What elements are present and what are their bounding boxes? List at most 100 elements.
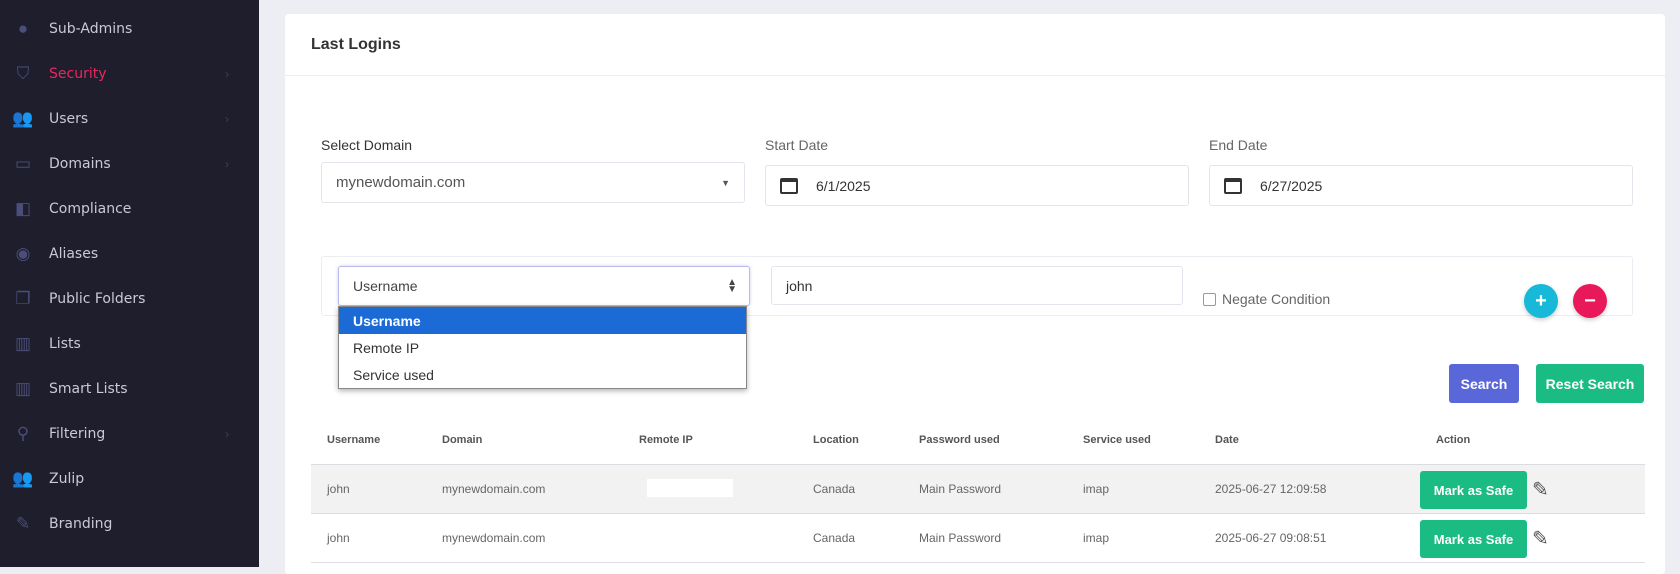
chevron-right-icon: › <box>225 427 229 441</box>
sidebar-item-label: Filtering <box>49 426 106 442</box>
filter-value: john <box>786 277 813 294</box>
column-header: Location <box>813 433 859 446</box>
mark-as-safe-button[interactable]: Mark as Safe <box>1420 520 1527 558</box>
filter-value-input[interactable]: john <box>771 266 1183 305</box>
chevron-right-icon: › <box>225 112 229 126</box>
redacted-ip <box>647 479 733 497</box>
cell-service: imap <box>1083 531 1110 545</box>
sidebar-item-zulip[interactable]: 👥 Zulip <box>0 459 259 499</box>
sidebar-item-smart-lists[interactable]: ▥ Smart Lists <box>0 369 259 409</box>
cell-domain: mynewdomain.com <box>442 482 546 496</box>
cell-password: Main Password <box>919 482 1002 496</box>
brush-icon: ✎ <box>15 514 31 533</box>
column-header: Date <box>1215 433 1239 446</box>
users-icon: 👥 <box>12 469 34 488</box>
sidebar-item-aliases[interactable]: ◉ Aliases <box>0 234 259 274</box>
sidebar-item-filtering[interactable]: ⚲ Filtering › <box>0 414 259 454</box>
option-service-used[interactable]: Service used <box>339 361 746 388</box>
aliases-icon: ◉ <box>15 244 31 263</box>
calendar-icon <box>1224 177 1242 194</box>
users-icon: 👥 <box>12 109 34 128</box>
divider <box>285 75 1665 76</box>
sidebar-item-label: Compliance <box>49 201 132 217</box>
sidebar-item-label: Smart Lists <box>49 381 128 397</box>
caret-down-icon: ▼ <box>721 177 730 188</box>
cell-date: 2025-06-27 12:09:58 <box>1215 482 1327 496</box>
sidebar-item-compliance[interactable]: ◧ Compliance <box>0 189 259 229</box>
table-header: Username Domain Remote IP Location Password … <box>311 415 1645 465</box>
sidebar-item-public-folders[interactable]: ❐ Public Folders <box>0 279 259 319</box>
mark-as-safe-button[interactable]: Mark as Safe <box>1420 471 1527 509</box>
pencil-icon[interactable]: ✎ <box>1532 526 1549 551</box>
domain-select[interactable]: mynewdomain.com ▼ <box>321 162 745 203</box>
sidebar-item-users[interactable]: 👥 Users › <box>0 99 259 139</box>
sidebar-item-label: Lists <box>49 336 81 352</box>
cell-service: imap <box>1083 482 1110 496</box>
chevron-right-icon: › <box>225 157 229 171</box>
table-row: john mynewdomain.com Canada Main Password im… <box>311 514 1645 563</box>
sidebar-item-label: Users <box>49 111 89 127</box>
domain-value: mynewdomain.com <box>336 174 466 191</box>
chevron-right-icon: › <box>225 67 229 81</box>
user-icon: ● <box>17 19 29 38</box>
page-title: Last Logins <box>311 36 401 53</box>
sidebar-item-label: Zulip <box>49 471 85 487</box>
sidebar-item-label: Domains <box>49 156 111 172</box>
filter-field-select[interactable]: Username ▲ ▼ <box>338 266 750 306</box>
filter-field-value: Username <box>353 278 418 294</box>
start-date-input[interactable]: 6/1/2025 <box>765 165 1189 206</box>
end-date-label: End Date <box>1209 137 1268 153</box>
shield-icon: ⛉ <box>16 64 30 83</box>
column-header: Domain <box>442 433 483 446</box>
column-header: Action <box>1436 433 1471 446</box>
cell-location: Canada <box>813 482 856 496</box>
sidebar-item-branding[interactable]: ✎ Branding <box>0 504 259 544</box>
option-username[interactable]: Username <box>339 307 746 334</box>
sidebar-item-label: Aliases <box>49 246 99 262</box>
sidebar: ● Sub-Admins ⛉ Security › 👥 Users › ▭ Domains › ◧ Co… <box>0 0 259 567</box>
window-icon: ▭ <box>14 154 32 173</box>
negate-condition-label: Negate Condition <box>1222 291 1331 307</box>
sidebar-item-label: Security <box>49 66 107 82</box>
sidebar-item-security[interactable]: ⛉ Security › <box>0 54 259 94</box>
filter-field-dropdown: Username Remote IP Service used <box>338 306 747 389</box>
column-header: Service used <box>1083 433 1151 446</box>
column-header: Remote IP <box>639 433 693 446</box>
sidebar-item-label: Sub-Admins <box>49 21 133 37</box>
option-remote-ip[interactable]: Remote IP <box>339 334 746 361</box>
sidebar-item-domains[interactable]: ▭ Domains › <box>0 144 259 184</box>
sort-arrows-icon: ▲ ▼ <box>727 277 737 295</box>
search-button[interactable]: Search <box>1449 364 1519 403</box>
sidebar-item-lists[interactable]: ▥ Lists <box>0 324 259 364</box>
negate-condition-checkbox[interactable] <box>1203 293 1216 306</box>
domain-label: Select Domain <box>321 137 413 153</box>
start-date-label: Start Date <box>765 137 829 153</box>
calendar-icon <box>780 177 798 194</box>
folders-icon: ❐ <box>15 289 31 308</box>
table-row: john mynewdomain.com Canada Main Password im… <box>311 465 1645 514</box>
cell-password: Main Password <box>919 531 1002 545</box>
cell-username: john <box>327 482 350 496</box>
column-header: Password used <box>919 433 1000 446</box>
logins-table: Username Domain Remote IP Location Password … <box>311 415 1645 563</box>
cell-location: Canada <box>813 531 856 545</box>
add-condition-button[interactable]: + <box>1524 284 1558 318</box>
cell-username: john <box>327 531 350 545</box>
cell-date: 2025-06-27 09:08:51 <box>1215 531 1327 545</box>
last-logins-card: Last Logins Select Domain mynewdomain.co… <box>285 14 1665 574</box>
compliance-icon: ◧ <box>14 199 32 218</box>
sidebar-item-sub-admins[interactable]: ● Sub-Admins <box>0 9 259 49</box>
column-header: Username <box>327 433 381 446</box>
sidebar-item-label: Public Folders <box>49 291 146 307</box>
book-icon: ▥ <box>14 379 32 398</box>
pencil-icon[interactable]: ✎ <box>1532 477 1549 502</box>
start-date-value: 6/1/2025 <box>816 177 871 194</box>
sidebar-item-label: Branding <box>49 516 113 532</box>
reset-search-button[interactable]: Reset Search <box>1536 364 1644 403</box>
end-date-value: 6/27/2025 <box>1260 177 1323 194</box>
remove-condition-button[interactable]: − <box>1573 284 1607 318</box>
book-icon: ▥ <box>14 334 32 353</box>
search-icon: ⚲ <box>16 424 30 443</box>
cell-domain: mynewdomain.com <box>442 531 546 545</box>
end-date-input[interactable]: 6/27/2025 <box>1209 165 1633 206</box>
